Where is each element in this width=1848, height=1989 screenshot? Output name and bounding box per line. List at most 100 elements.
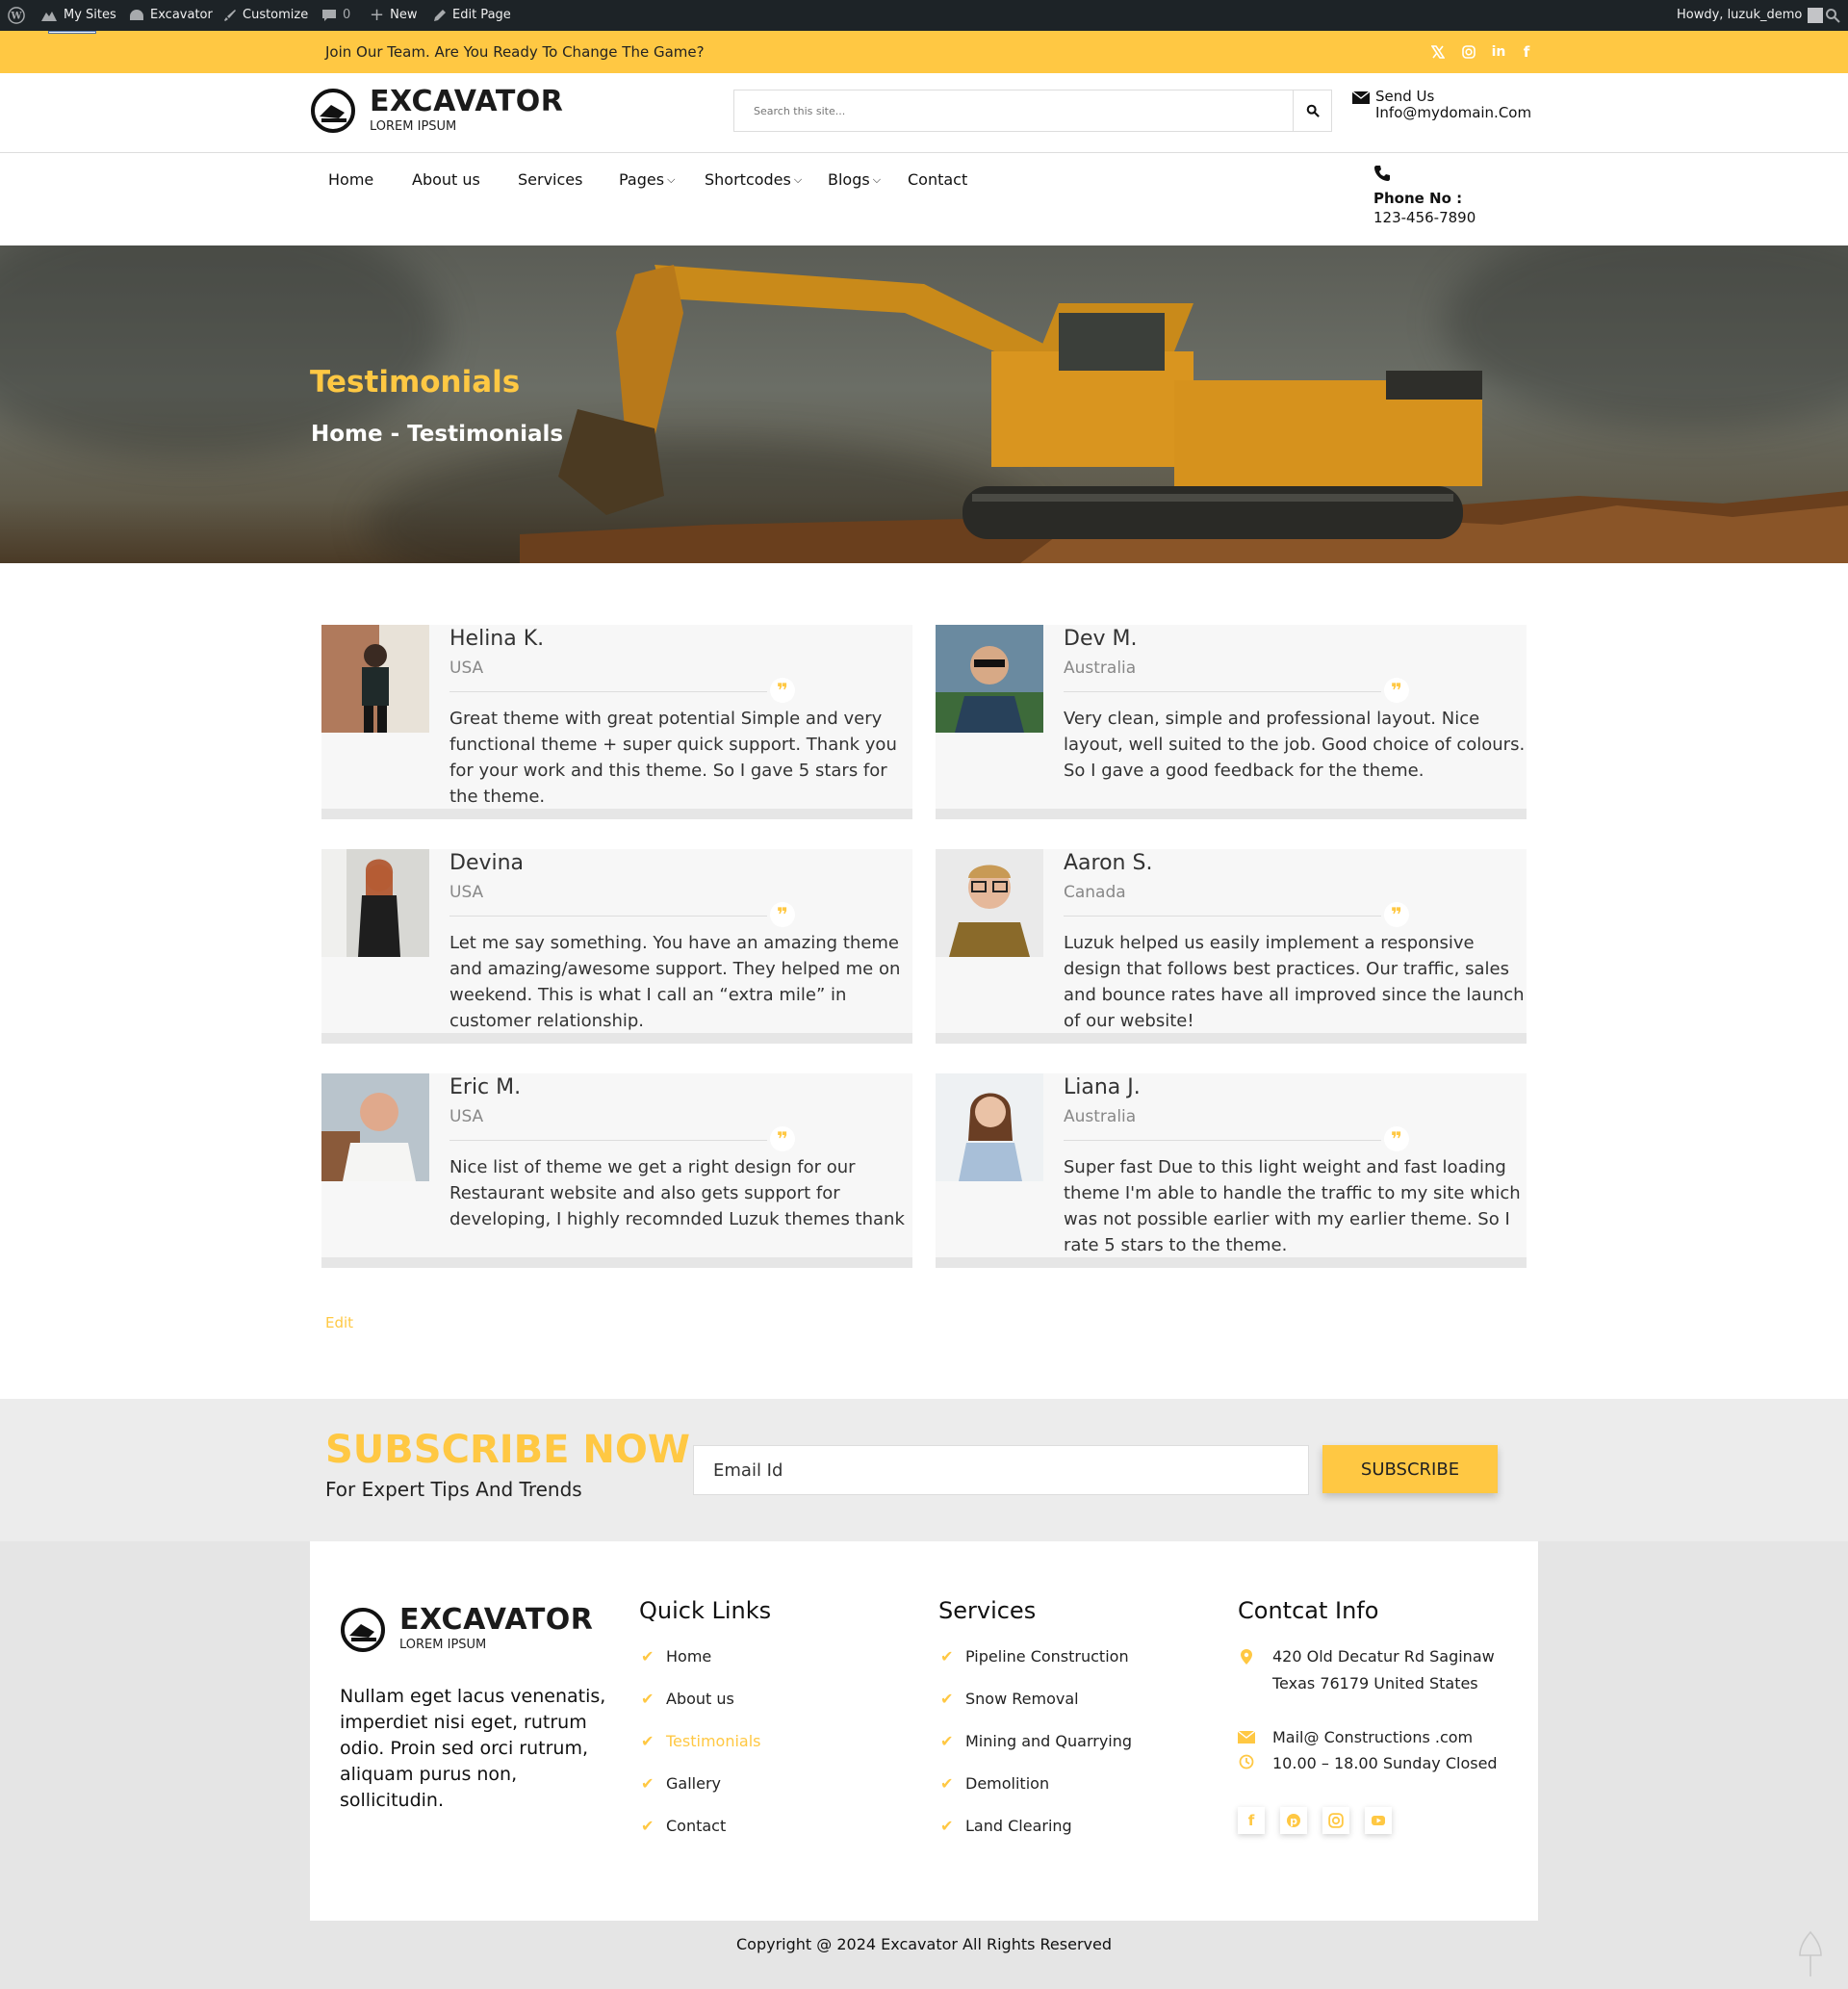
testimonial-text: Super fast Due to this light weight and … (1064, 1157, 1521, 1255)
facebook-icon[interactable]: f (1238, 1807, 1265, 1834)
search-input[interactable] (734, 90, 1293, 131)
nav-item-contact[interactable]: Contact (908, 170, 967, 189)
check-icon: ✔ (641, 1647, 654, 1666)
instagram-icon[interactable] (1459, 42, 1478, 62)
quote-icon: ❞ (770, 902, 795, 927)
customize-label: Customize (243, 8, 309, 22)
quote-icon: ❞ (1384, 902, 1409, 927)
list-item[interactable]: ✔ Demolition (940, 1774, 1132, 1817)
subscribe-subtitle: For Expert Tips And Trends (325, 1478, 582, 1501)
instagram-icon[interactable] (1322, 1807, 1349, 1834)
testimonial-location: USA (449, 1107, 484, 1126)
site-name-menu[interactable]: Excavator (129, 0, 213, 31)
edit-page-link[interactable]: Edit Page (433, 0, 511, 31)
account-menu[interactable]: Howdy, luzuk_demo (1677, 0, 1824, 31)
check-icon: ✔ (940, 1690, 954, 1708)
subscribe-title: SUBSCRIBE NOW (325, 1428, 690, 1472)
sites-icon (41, 12, 57, 21)
nav-label: Home (328, 170, 374, 189)
check-icon: ✔ (940, 1817, 954, 1835)
nav-label: Pages (619, 170, 665, 189)
envelope-icon (1237, 1729, 1256, 1747)
page-title: Testimonials (310, 365, 521, 400)
avatar (936, 625, 1043, 733)
list-item[interactable]: ✔ Home (641, 1647, 761, 1690)
search-button[interactable] (1293, 90, 1331, 131)
check-icon: ✔ (641, 1690, 654, 1708)
list-item[interactable]: ✔ Pipeline Construction (940, 1647, 1132, 1690)
link-label: Demolition (965, 1774, 1050, 1793)
subscribe-section: SUBSCRIBE NOW For Expert Tips And Trends… (0, 1399, 1848, 1541)
link-label: Land Clearing (965, 1817, 1072, 1835)
linkedin-icon[interactable]: in (1489, 42, 1508, 62)
list-item[interactable]: ✔ About us (641, 1690, 761, 1732)
link-label: Contact (666, 1817, 727, 1835)
map-pin-icon (1238, 1649, 1255, 1668)
nav-item-pages[interactable]: Pages ⌵ (619, 170, 675, 189)
chevron-down-icon: ⌵ (793, 172, 803, 186)
testimonial-text: Luzuk helped us easily implement a respo… (1064, 933, 1525, 1031)
list-item[interactable]: ✔ Contact (641, 1817, 761, 1859)
footer-site-title[interactable]: EXCAVATOR (399, 1603, 593, 1637)
new-content-menu[interactable]: + New (370, 0, 417, 31)
back-to-top-icon[interactable] (1796, 1930, 1825, 1978)
check-icon: ✔ (641, 1817, 654, 1835)
email-field[interactable] (693, 1445, 1309, 1495)
youtube-icon[interactable] (1365, 1807, 1392, 1834)
nav-item-shortcodes[interactable]: Shortcodes ⌵ (705, 170, 802, 189)
nav-label: Blogs (828, 170, 870, 189)
list-item[interactable]: ✔ Snow Removal (940, 1690, 1132, 1732)
facebook-icon[interactable]: f (1517, 42, 1536, 62)
brush-icon (224, 10, 236, 21)
testimonial-card: Helina K. USA ❞ Great theme with great p… (321, 625, 912, 819)
nav-item-home[interactable]: Home (328, 170, 373, 189)
list-item[interactable]: ✔ Land Clearing (940, 1817, 1132, 1859)
header-email[interactable]: Info@mydomain.Com (1375, 104, 1531, 121)
nav-item-services[interactable]: Services (518, 170, 582, 189)
site-title[interactable]: EXCAVATOR (370, 85, 563, 118)
list-item[interactable]: ✔ Mining and Quarrying (940, 1732, 1132, 1774)
avatar (321, 849, 429, 957)
copyright-text: Copyright @ 2024 Excavator All Rights Re… (736, 1935, 1112, 1953)
new-label: New (390, 8, 418, 22)
footer-site-tagline: LOREM IPSUM (399, 1638, 487, 1652)
contact-email[interactable]: Mail@ Constructions .com (1272, 1724, 1473, 1751)
nav-item-blogs[interactable]: Blogs ⌵ (828, 170, 881, 189)
quote-icon: ❞ (770, 678, 795, 703)
admin-search-icon[interactable] (1825, 0, 1840, 31)
footer-logo-icon[interactable] (340, 1607, 386, 1653)
pinterest-icon[interactable]: p (1280, 1807, 1307, 1834)
check-icon: ✔ (940, 1774, 954, 1793)
subscribe-button[interactable]: SUBSCRIBE (1322, 1445, 1498, 1493)
testimonial-name: Aaron S. (1064, 851, 1153, 875)
nav-item-about[interactable]: About us (412, 170, 480, 189)
divider (449, 691, 767, 692)
testimonial-location: Australia (1064, 1107, 1137, 1126)
wordpress-logo-icon[interactable]: W (8, 0, 25, 31)
clock-icon (1238, 1754, 1255, 1773)
top-announcement-bar: Join Our Team. Are You Ready To Change T… (0, 31, 1848, 73)
nav-label: Contact (908, 170, 968, 189)
list-item[interactable]: ✔ Testimonials (641, 1732, 761, 1774)
my-sites-menu[interactable]: My Sites (40, 0, 116, 31)
link-label: Gallery (666, 1774, 721, 1793)
list-item[interactable]: ✔ Gallery (641, 1774, 761, 1817)
customize-link[interactable]: Customize (223, 0, 308, 31)
link-label: Snow Removal (965, 1690, 1079, 1708)
site-tagline: LOREM IPSUM (370, 119, 457, 134)
nav-label: Shortcodes (705, 170, 791, 189)
testimonial-card: Liana J. Australia ❞ Super fast Due to t… (936, 1073, 1527, 1268)
page-hero-banner: Testimonials Home - Testimonials (0, 245, 1848, 563)
phone-number[interactable]: 123-456-7890 (1373, 209, 1476, 226)
edit-link[interactable]: Edit (325, 1314, 353, 1331)
chevron-down-icon: ⌵ (872, 172, 882, 186)
comments-link[interactable]: 0 (321, 0, 350, 31)
envelope-icon (1351, 90, 1371, 108)
x-icon[interactable] (1428, 42, 1448, 62)
site-logo-icon[interactable] (310, 88, 356, 134)
testimonial-text: Great theme with great potential Simple … (449, 709, 897, 807)
services-list: ✔ Pipeline Construction ✔ Snow Removal ✔ Mi… (940, 1647, 1132, 1859)
svg-text:W: W (10, 12, 22, 22)
card-bottom-bar (321, 1033, 912, 1044)
testimonial-name: Dev M. (1064, 627, 1138, 651)
